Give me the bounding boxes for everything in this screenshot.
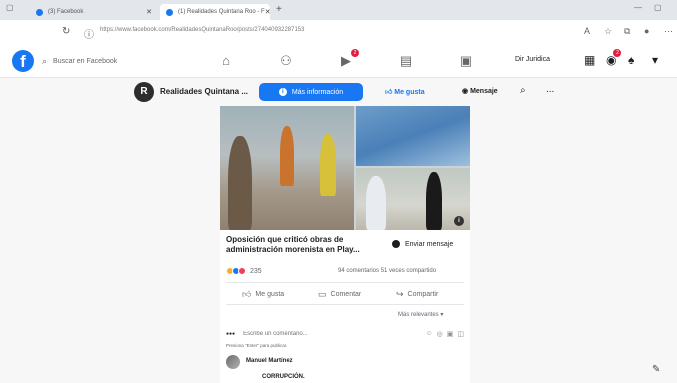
more-info-button[interactable]: i Más información	[259, 83, 363, 101]
notification-badge: 2	[351, 49, 359, 57]
page-like-label: Me gusta	[394, 89, 425, 96]
facebook-top-bar: f ⌕ Buscar en Facebook ⌂ ⚇ ▶ 2 ▤ ▣ Dir J…	[0, 44, 677, 78]
person-figure	[228, 136, 252, 230]
user-name[interactable]: Dir Juridica	[515, 56, 550, 63]
comment-tools: ☺ ◎ ▣ ◫	[425, 330, 464, 338]
comment-sort-dropdown[interactable]: Más relevantes ▾	[398, 311, 443, 318]
comment-sort-label: Más relevantes	[398, 312, 439, 318]
browser-tab-label: (1) Realidades Quintana Roo - F	[178, 9, 265, 15]
chevron-down-icon: ▾	[440, 312, 444, 318]
reload-icon[interactable]: ↻	[62, 26, 70, 37]
person-figure	[320, 134, 336, 196]
read-aloud-icon[interactable]: A	[584, 26, 590, 36]
menu-grid-icon[interactable]: ▦	[584, 53, 595, 67]
post-card: i Oposición que criticó obras de adminis…	[220, 106, 470, 383]
messenger-icon: ◉	[462, 88, 471, 95]
reaction-summary[interactable]: 235	[226, 267, 262, 275]
account-menu-chevron-down-icon[interactable]: ▾	[652, 53, 658, 67]
camera-icon[interactable]: ◎	[437, 330, 443, 338]
marketplace-icon[interactable]: ▤	[398, 53, 414, 69]
collections-icon[interactable]: ⧉	[624, 26, 630, 37]
address-bar-url[interactable]: https://www.facebook.com/RealidadesQuint…	[100, 27, 304, 33]
current-user-avatar-icon: ●●●	[226, 331, 236, 337]
image-info-icon[interactable]: i	[454, 216, 464, 226]
facebook-favicon-icon	[36, 8, 43, 16]
photo-right-top-panel	[356, 106, 470, 166]
person-figure	[280, 126, 294, 186]
messenger-badge: 2	[613, 49, 622, 57]
comment-share-stats[interactable]: 94 comentarios 51 veces compartido	[338, 268, 436, 274]
window-menu-icon[interactable]: ▢	[6, 3, 14, 12]
facebook-search[interactable]: ⌕ Buscar en Facebook	[42, 52, 142, 70]
like-action-button[interactable]: 👍︎ Me gusta	[242, 289, 284, 300]
post-link-image[interactable]: i	[220, 106, 470, 230]
facebook-logo[interactable]: f	[12, 50, 34, 72]
comment-composer: ●●● ☺ ◎ ▣ ◫	[226, 327, 464, 341]
info-icon: i	[278, 88, 287, 96]
page-header: R Realidades Quintana ... i Más informac…	[0, 80, 677, 104]
comment-input[interactable]	[243, 331, 394, 337]
post-link-title[interactable]: Oposición que criticó obras de administr…	[226, 235, 376, 255]
address-bar-row: ↻ ⓘ https://www.facebook.com/RealidadesQ…	[0, 20, 677, 44]
browser-tab-realidades[interactable]: (1) Realidades Quintana Roo - F ✕	[160, 4, 270, 20]
maximize-icon[interactable]: ▢	[654, 3, 662, 12]
browser-menu-icon[interactable]: ⋯	[664, 26, 673, 37]
facebook-favicon-icon	[166, 8, 173, 16]
more-info-label: Más información	[291, 88, 344, 96]
watch-icon[interactable]: ▶ 2	[338, 49, 359, 69]
page-message-button[interactable]: ◉ Mensaje	[462, 87, 498, 95]
send-message-button[interactable]: Enviar mensaje	[392, 240, 453, 248]
favorite-icon[interactable]: ☆	[604, 26, 612, 37]
commenter-avatar[interactable]	[226, 355, 240, 369]
page-more-button[interactable]: ...	[546, 84, 554, 95]
messenger-icon	[392, 240, 400, 248]
page-search-icon[interactable]: ⌕	[520, 85, 526, 96]
like-action-label: Me gusta	[255, 291, 285, 298]
emoji-icon[interactable]: ☺	[425, 330, 432, 338]
browser-tab-facebook[interactable]: (3) Facebook ✕	[30, 4, 158, 20]
page-avatar[interactable]: R	[134, 82, 154, 102]
page-like-button[interactable]: 👍︎ Me gusta	[385, 87, 425, 96]
sticker-icon[interactable]: ◫	[457, 330, 464, 338]
gaming-icon[interactable]: ▣	[458, 53, 474, 69]
search-icon: ⌕	[42, 55, 48, 66]
search-placeholder: Buscar en Facebook	[53, 57, 118, 65]
gif-icon[interactable]: ▣	[447, 330, 454, 338]
home-icon[interactable]: ⌂	[218, 53, 234, 69]
close-tab-icon[interactable]: ✕	[146, 8, 152, 16]
photo-right-bottom-panel	[356, 168, 470, 230]
share-action-button[interactable]: ↪ Compartir	[396, 289, 438, 300]
close-tab-icon[interactable]: ✕	[265, 8, 270, 16]
commenter-name[interactable]: Manuel Martínez	[246, 358, 293, 364]
new-message-compose-icon[interactable]: ✎	[652, 364, 660, 375]
enter-to-post-hint: Presiona "Enter" para publicar.	[226, 343, 288, 348]
minimize-icon[interactable]: —	[634, 3, 642, 12]
comment-text: CORRUPCIÓN.	[262, 374, 305, 380]
notifications-bell-icon[interactable]: ♠	[628, 53, 634, 67]
profile-icon[interactable]: ●	[644, 26, 649, 36]
messenger-icon[interactable]: ◉ 2	[606, 49, 622, 67]
browser-tab-label: (3) Facebook	[48, 9, 84, 15]
reaction-count: 235	[250, 267, 262, 275]
divider	[226, 304, 464, 305]
thumbs-up-icon: 👍︎	[385, 89, 395, 96]
divider	[226, 282, 464, 283]
friends-icon[interactable]: ⚇	[278, 53, 294, 69]
send-message-label: Enviar mensaje	[405, 240, 454, 248]
thumbs-up-icon: 👍︎	[242, 289, 252, 299]
page-name[interactable]: Realidades Quintana ...	[160, 87, 248, 96]
comment-action-button[interactable]: ▭ Comentar	[318, 289, 361, 300]
share-arrow-icon: ↪	[396, 289, 404, 299]
person-figure	[426, 172, 442, 230]
new-tab-button[interactable]: +	[276, 4, 282, 15]
lock-icon[interactable]: ⓘ	[84, 26, 94, 41]
browser-tab-strip: ▢ (3) Facebook ✕ (1) Realidades Quintana…	[0, 0, 677, 20]
comment-action-label: Comentar	[330, 291, 362, 298]
love-reaction-icon	[238, 267, 246, 275]
person-figure	[366, 176, 386, 230]
photo-left-panel	[220, 106, 354, 230]
page-message-label: Mensaje	[470, 88, 498, 95]
share-action-label: Compartir	[407, 291, 439, 298]
comment-bubble-icon: ▭	[318, 289, 327, 299]
